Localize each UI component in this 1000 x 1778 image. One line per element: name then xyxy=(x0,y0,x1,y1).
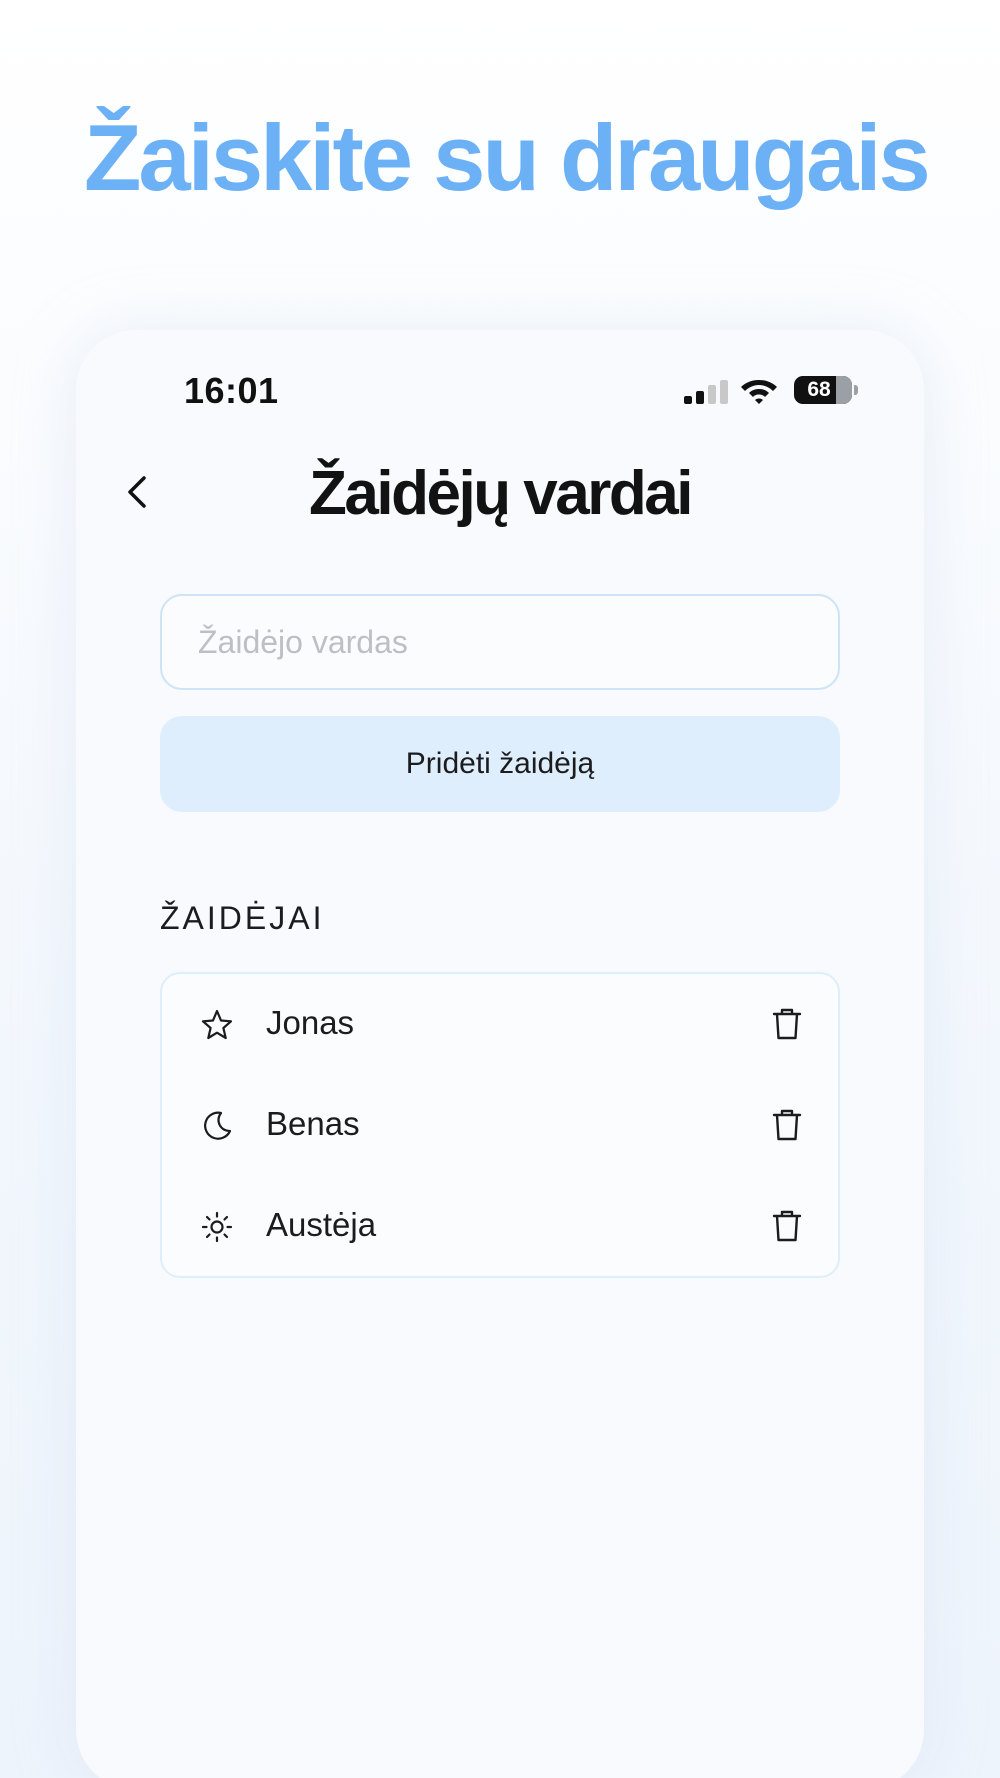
nav-bar: Žaidėjų vardai xyxy=(76,448,924,538)
player-name: Benas xyxy=(266,1105,360,1142)
player-name-input[interactable] xyxy=(160,594,840,690)
player-name: Austėja xyxy=(266,1206,377,1243)
add-player-button[interactable]: Pridėti žaidėją xyxy=(160,716,840,812)
wifi-icon xyxy=(741,380,777,404)
page-title: Žaidėjų vardai xyxy=(309,459,693,528)
status-bar: 16:01 68 xyxy=(76,370,924,420)
list-item[interactable]: Austėja xyxy=(162,1176,838,1276)
status-time: 16:01 xyxy=(184,370,279,411)
list-item[interactable]: Benas xyxy=(162,1075,838,1175)
trash-icon[interactable] xyxy=(770,1006,804,1042)
battery-level: 68 xyxy=(807,378,831,401)
player-name: Jonas xyxy=(266,1004,355,1041)
players-list: Jonas Benas Austėja xyxy=(160,972,840,1278)
cellular-signal-icon xyxy=(684,380,728,404)
phone-screen: 16:01 68 Žaidėjų vardai Pridėti žaidėją … xyxy=(76,330,924,1778)
star-icon xyxy=(201,1009,233,1040)
sun-icon xyxy=(201,1211,233,1243)
battery-tip xyxy=(854,385,858,395)
promo-headline: Žaiskite su draugais xyxy=(84,105,931,210)
trash-icon[interactable] xyxy=(770,1208,804,1244)
players-section-label: ŽAIDĖJAI xyxy=(160,900,325,936)
battery-icon: 68 xyxy=(794,376,852,404)
trash-icon[interactable] xyxy=(770,1107,804,1143)
moon-icon xyxy=(204,1111,232,1140)
list-item[interactable]: Jonas xyxy=(162,974,838,1074)
